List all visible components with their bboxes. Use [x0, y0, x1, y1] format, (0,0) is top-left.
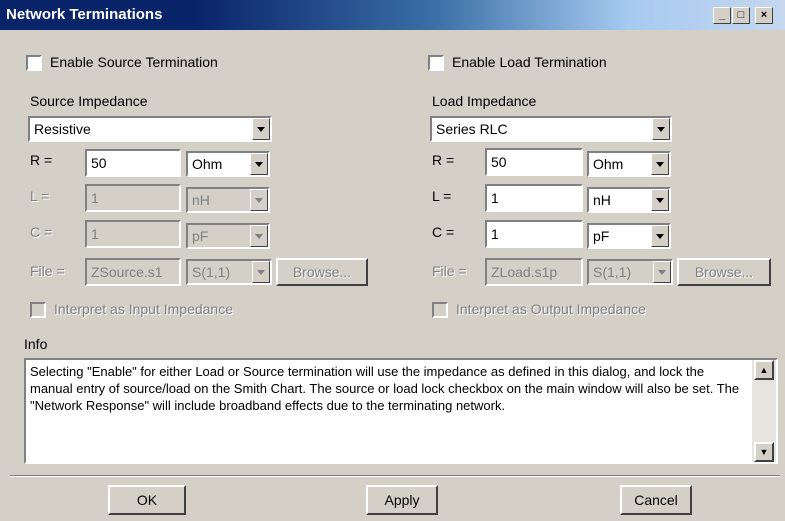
chevron-down-icon[interactable] — [250, 225, 268, 247]
load-file-input[interactable]: ZLoad.s1p — [485, 258, 583, 286]
source-sparam-select[interactable]: S(1,1) — [186, 259, 272, 285]
info-text: Selecting "Enable" for either Load or So… — [30, 364, 740, 413]
load-r-input[interactable]: 50 — [485, 148, 583, 176]
load-c-unit-select[interactable]: pF — [587, 223, 671, 249]
scroll-down-icon[interactable]: ▼ — [754, 442, 774, 462]
interpret-input-checkbox[interactable] — [30, 302, 46, 318]
source-type-select[interactable]: Resistive — [28, 116, 272, 142]
info-scrollbar[interactable]: ▲ ▼ — [752, 360, 776, 462]
enable-source-label: Enable Source Termination — [50, 54, 218, 70]
scroll-up-icon[interactable]: ▲ — [754, 360, 774, 380]
chevron-down-icon[interactable] — [250, 153, 268, 175]
load-l-input[interactable]: 1 — [485, 184, 583, 212]
source-c-unit-value: pF — [192, 228, 209, 244]
load-sparam-select[interactable]: S(1,1) — [587, 259, 673, 285]
load-browse-button[interactable]: Browse... — [677, 258, 771, 286]
load-c-unit-value: pF — [593, 228, 610, 244]
interpret-output-checkbox[interactable] — [432, 302, 448, 318]
load-impedance-label: Load Impedance — [432, 93, 537, 109]
load-l-unit-select[interactable]: nH — [587, 187, 671, 213]
chevron-down-icon[interactable] — [651, 153, 669, 175]
source-type-value: Resistive — [34, 121, 91, 137]
load-l-unit-value: nH — [593, 192, 611, 208]
interpret-input-label: Interpret as Input Impedance — [54, 301, 233, 317]
source-impedance-label: Source Impedance — [30, 93, 148, 109]
minimize-button[interactable]: _ — [713, 7, 731, 24]
ok-button[interactable]: OK — [108, 485, 186, 515]
source-r-unit-value: Ohm — [192, 156, 223, 172]
chevron-down-icon[interactable] — [651, 225, 669, 247]
load-file-label: File = — [432, 263, 467, 279]
maximize-button[interactable]: □ — [732, 7, 750, 24]
load-type-select[interactable]: Series RLC — [430, 116, 672, 142]
load-r-label: R = — [432, 152, 455, 168]
source-r-unit-select[interactable]: Ohm — [186, 151, 270, 177]
source-r-input[interactable]: 50 — [85, 149, 181, 177]
chevron-down-icon[interactable] — [652, 118, 670, 140]
source-c-unit-select[interactable]: pF — [186, 223, 270, 249]
info-textbox[interactable]: Selecting "Enable" for either Load or So… — [24, 358, 778, 464]
interpret-output-label: Interpret as Output Impedance — [456, 301, 646, 317]
source-file-label: File = — [30, 263, 65, 279]
load-c-input[interactable]: 1 — [485, 220, 583, 248]
cancel-button[interactable]: Cancel — [620, 485, 692, 515]
source-browse-button[interactable]: Browse... — [276, 258, 368, 286]
separator — [10, 475, 780, 477]
load-sparam-value: S(1,1) — [593, 264, 632, 280]
apply-button[interactable]: Apply — [366, 485, 438, 515]
title-bar[interactable]: Network Terminations _ □ × — [0, 0, 785, 30]
close-button[interactable]: × — [755, 7, 773, 24]
source-l-label: L = — [30, 188, 50, 204]
source-r-label: R = — [30, 152, 53, 168]
source-c-input[interactable]: 1 — [85, 220, 181, 248]
chevron-down-icon[interactable] — [651, 189, 669, 211]
info-label: Info — [24, 336, 48, 352]
chevron-down-icon[interactable] — [250, 189, 268, 211]
enable-load-label: Enable Load Termination — [452, 54, 607, 70]
enable-source-checkbox[interactable] — [26, 55, 42, 71]
source-c-label: C = — [30, 224, 53, 240]
chevron-down-icon[interactable] — [252, 118, 270, 140]
load-l-label: L = — [432, 188, 452, 204]
chevron-down-icon[interactable] — [252, 261, 270, 283]
load-r-unit-select[interactable]: Ohm — [587, 151, 671, 177]
source-file-input[interactable]: ZSource.s1 — [85, 258, 181, 286]
load-c-label: C = — [432, 224, 455, 240]
source-sparam-value: S(1,1) — [192, 264, 231, 280]
source-l-unit-value: nH — [192, 192, 210, 208]
source-l-unit-select[interactable]: nH — [186, 187, 270, 213]
load-type-value: Series RLC — [436, 121, 508, 137]
chevron-down-icon[interactable] — [653, 261, 671, 283]
load-r-unit-value: Ohm — [593, 156, 624, 172]
window-title: Network Terminations — [6, 6, 163, 23]
enable-load-checkbox[interactable] — [428, 55, 444, 71]
source-l-input[interactable]: 1 — [85, 184, 181, 212]
